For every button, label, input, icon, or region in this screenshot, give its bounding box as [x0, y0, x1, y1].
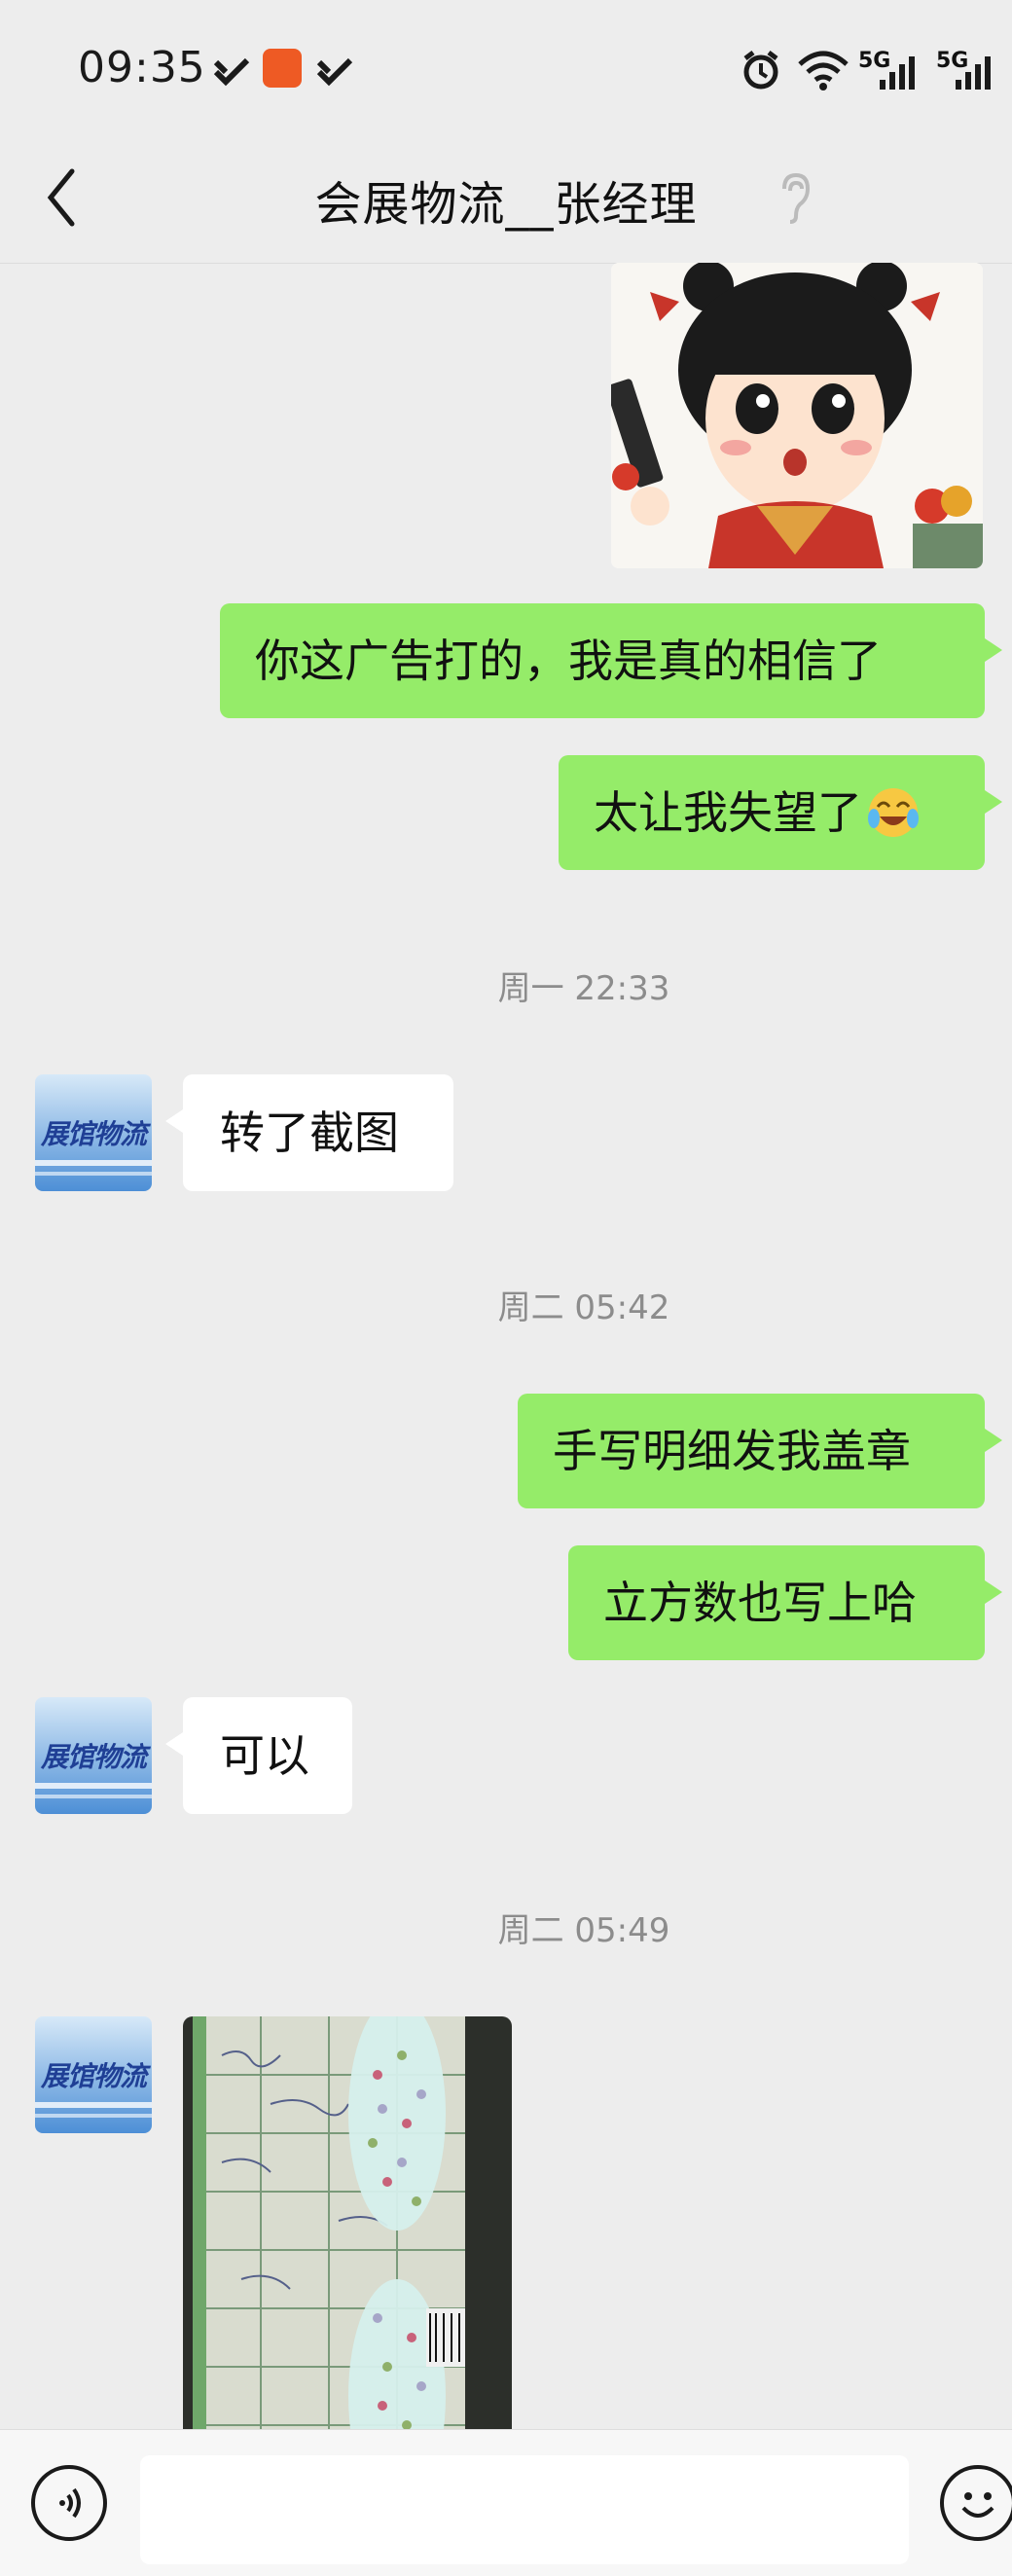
avatar-label: 展馆物流: [40, 1741, 147, 1773]
chat-header: 会展物流__张经理: [0, 136, 1012, 264]
message-text: 手写明细发我盖章: [553, 1425, 911, 1477]
laugh-cry-emoji-icon: [868, 788, 919, 837]
alarm-icon: [743, 51, 778, 90]
message-bubble-received[interactable]: 转了截图: [165, 1074, 453, 1191]
message-bubble-sent[interactable]: 太让我失望了: [559, 755, 1002, 870]
signal-icon-2: [956, 56, 991, 90]
timestamp: 周一 22:33: [497, 969, 670, 1008]
emoji-icon[interactable]: [940, 2465, 1012, 2541]
smiley-face-icon: [961, 2492, 994, 2518]
timestamp: 周二 05:49: [497, 1911, 670, 1950]
cartoon-girl-sticker: [611, 263, 983, 568]
message-bubble-sent[interactable]: 立方数也写上哈: [568, 1545, 1002, 1660]
message-bubble-received[interactable]: 可以: [165, 1697, 352, 1814]
message-bubble-sent[interactable]: 你这广告打的，我是真的相信了: [220, 603, 1002, 718]
video-app-icon: [263, 49, 302, 88]
contact-avatar[interactable]: 展馆物流: [35, 2016, 152, 2133]
contact-avatar[interactable]: 展馆物流: [35, 1697, 152, 1814]
earpiece-icon: [782, 172, 811, 224]
chat-input-bar: [0, 2429, 1012, 2576]
message-text: 可以: [220, 1729, 309, 1782]
message-input[interactable]: [140, 2455, 909, 2564]
chat-title: 会展物流__张经理: [314, 177, 698, 232]
message-text: 转了截图: [220, 1107, 399, 1159]
notification-icon-2: [316, 57, 353, 87]
sticker-message[interactable]: [611, 263, 983, 568]
avatar-label: 展馆物流: [40, 2060, 147, 2092]
message-text: 立方数也写上哈: [603, 1577, 917, 1629]
voice-input-icon[interactable]: [31, 2465, 107, 2541]
contact-avatar[interactable]: 展馆物流: [35, 1074, 152, 1191]
message-text: 你这广告打的，我是真的相信了: [255, 635, 882, 687]
timestamp: 周二 05:42: [497, 1288, 670, 1327]
signal-icon: [880, 56, 915, 90]
message-text: 太让我失望了: [594, 786, 862, 839]
status-bar: 09:35 5G 5G: [0, 0, 1012, 136]
notification-icon: [213, 57, 250, 87]
wifi-icon: [798, 51, 849, 91]
status-time: 09:35: [78, 43, 206, 92]
voice-waves-icon: [59, 2487, 81, 2519]
avatar-label: 展馆物流: [40, 1118, 147, 1150]
message-bubble-sent[interactable]: 手写明细发我盖章: [518, 1394, 1002, 1508]
